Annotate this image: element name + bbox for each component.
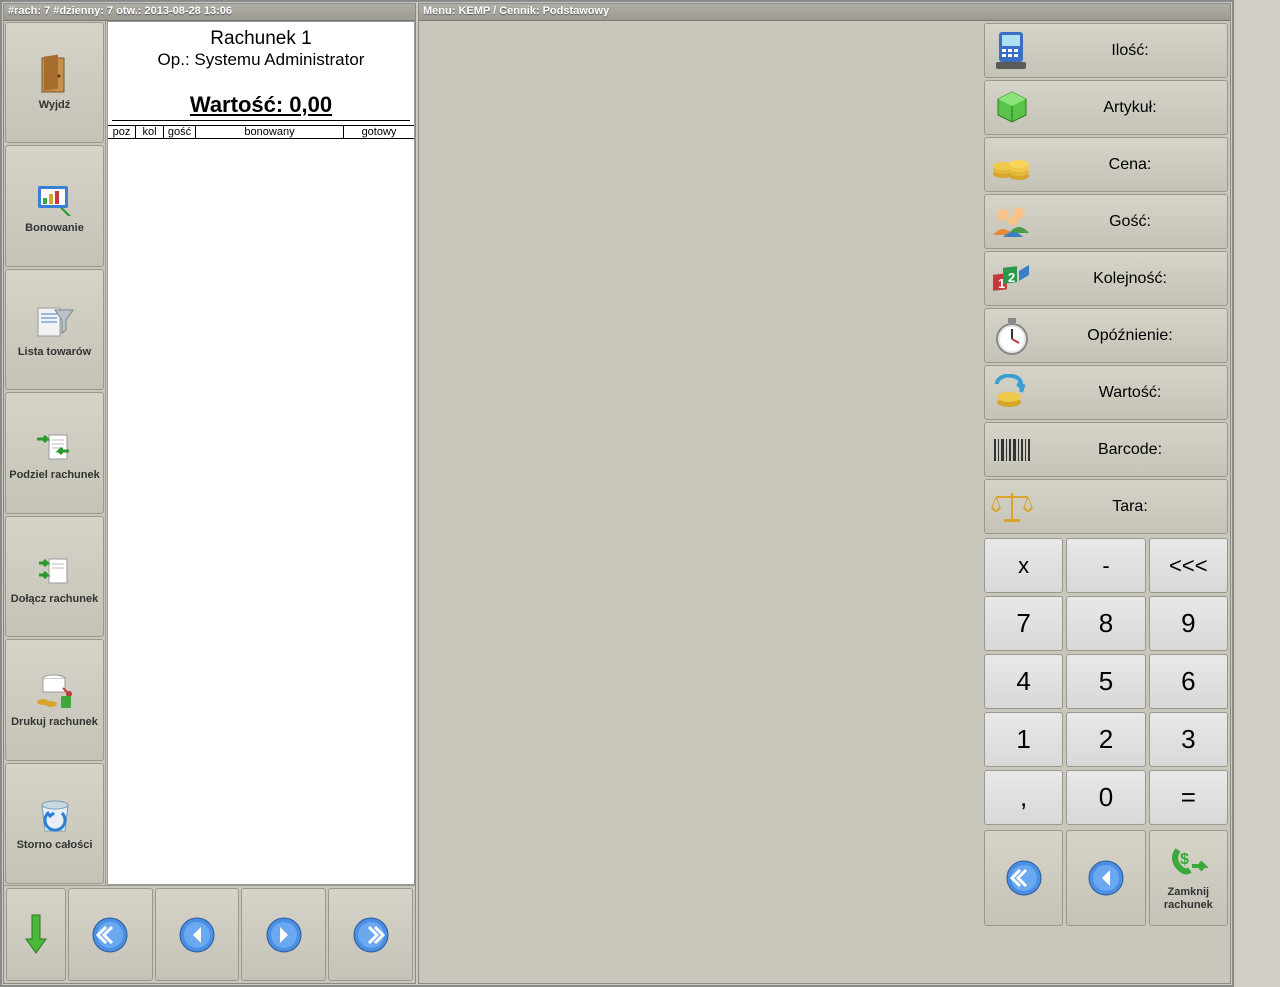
- col-bonowany: bonowany: [196, 126, 344, 138]
- merge-icon: [34, 548, 76, 590]
- podziel-rachunek-button[interactable]: Podziel rachunek: [5, 392, 104, 513]
- barcode-icon: [989, 427, 1035, 473]
- bill-operator: Op.: Systemu Administrator: [112, 50, 410, 70]
- numpad-3-button[interactable]: 3: [1149, 712, 1228, 767]
- param-tara-button[interactable]: Tara:: [984, 479, 1228, 534]
- numpad-8-button[interactable]: 8: [1066, 596, 1145, 651]
- numpad: x - <<< 7 8 9 4 5 6 1 2 3 , 0 =: [984, 538, 1228, 825]
- param-ilosc-button[interactable]: Ilość:: [984, 23, 1228, 78]
- last-button[interactable]: [328, 888, 413, 981]
- drukuj-rachunek-button[interactable]: Drukuj rachunek: [5, 639, 104, 760]
- storno-calosci-button[interactable]: Storno całości: [5, 763, 104, 884]
- door-icon: [34, 54, 76, 96]
- exit-label: Wyjdź: [39, 99, 71, 112]
- param-cena-button[interactable]: Cena:: [984, 137, 1228, 192]
- param-artykul-button[interactable]: Artykuł:: [984, 80, 1228, 135]
- close-bill-label: Zamknij rachunek: [1150, 886, 1227, 911]
- param-wartosc-button[interactable]: Wartość:: [984, 365, 1228, 420]
- funnel-list-icon: [34, 301, 76, 343]
- print-icon: [34, 671, 76, 713]
- status-right: Menu: KEMP / Cennik: Podstawowy: [419, 4, 1230, 21]
- money-arrow-icon: $: [1168, 844, 1208, 884]
- next-button[interactable]: [241, 888, 326, 981]
- numpad-6-button[interactable]: 6: [1149, 654, 1228, 709]
- numpad-0-button[interactable]: 0: [1066, 770, 1145, 825]
- numpad-backspace-button[interactable]: <<<: [1149, 538, 1228, 593]
- exit-button[interactable]: Wyjdź: [5, 22, 104, 143]
- numpad-4-button[interactable]: 4: [984, 654, 1063, 709]
- param-cena-label: Cena:: [1039, 156, 1227, 174]
- numpad-1-button[interactable]: 1: [984, 712, 1063, 767]
- menu-canvas[interactable]: [419, 21, 982, 983]
- param-gosc-button[interactable]: Gość:: [984, 194, 1228, 249]
- col-kol: kol: [136, 126, 164, 138]
- coins-refresh-icon: [989, 370, 1035, 416]
- svg-text:2: 2: [1008, 270, 1015, 285]
- chart-icon: [34, 177, 76, 219]
- param-opoznienie-button[interactable]: Opóźnienie:: [984, 308, 1228, 363]
- order-icon: 12: [989, 256, 1035, 302]
- first-button[interactable]: [68, 888, 153, 981]
- svg-text:$: $: [1180, 851, 1189, 868]
- numpad-5-button[interactable]: 5: [1066, 654, 1145, 709]
- status-left: #rach: 7 #dzienny: 7 otw.: 2013-08-28 13…: [4, 4, 415, 21]
- param-gosc-label: Gość:: [1039, 213, 1227, 231]
- bill-panel: Rachunek 1 Op.: Systemu Administrator Wa…: [107, 21, 415, 885]
- dolacz-rachunek-button[interactable]: Dołącz rachunek: [5, 516, 104, 637]
- param-tara-label: Tara:: [1039, 498, 1227, 516]
- stopwatch-icon: [989, 313, 1035, 359]
- numpad-multiply-button[interactable]: x: [984, 538, 1063, 593]
- scroll-down-button[interactable]: [6, 888, 66, 981]
- prev-button[interactable]: [155, 888, 240, 981]
- scale-icon: [989, 484, 1035, 530]
- numpad-comma-button[interactable]: ,: [984, 770, 1063, 825]
- col-poz: poz: [108, 126, 136, 138]
- split-icon: [34, 424, 76, 466]
- bill-value: Wartość: 0,00: [112, 92, 410, 121]
- param-wartosc-label: Wartość:: [1039, 384, 1227, 402]
- numpad-7-button[interactable]: 7: [984, 596, 1063, 651]
- people-icon: [989, 199, 1035, 245]
- right-first-button[interactable]: [984, 830, 1063, 926]
- box-icon: [989, 85, 1035, 131]
- coins-icon: [989, 142, 1035, 188]
- bonowanie-button[interactable]: Bonowanie: [5, 145, 104, 266]
- param-kolejnosc-button[interactable]: 12 Kolejność:: [984, 251, 1228, 306]
- bill-list[interactable]: [108, 139, 414, 884]
- numpad-equals-button[interactable]: =: [1149, 770, 1228, 825]
- param-barcode-button[interactable]: Barcode:: [984, 422, 1228, 477]
- dolacz-rachunek-label: Dołącz rachunek: [11, 593, 98, 606]
- storno-calosci-label: Storno całości: [17, 839, 93, 852]
- param-ilosc-label: Ilość:: [1039, 42, 1227, 60]
- param-artykul-label: Artykuł:: [1039, 99, 1227, 117]
- col-gosc: gość: [164, 126, 196, 138]
- param-barcode-label: Barcode:: [1039, 441, 1227, 459]
- trash-icon: [34, 794, 76, 836]
- lista-towarow-label: Lista towarów: [18, 346, 91, 359]
- numpad-2-button[interactable]: 2: [1066, 712, 1145, 767]
- terminal-icon: [989, 28, 1035, 74]
- bonowanie-label: Bonowanie: [25, 222, 84, 235]
- col-gotowy: gotowy: [344, 126, 414, 138]
- bill-columns: poz kol gość bonowany gotowy: [108, 125, 414, 139]
- numpad-minus-button[interactable]: -: [1066, 538, 1145, 593]
- close-bill-button[interactable]: $ Zamknij rachunek: [1149, 830, 1228, 926]
- lista-towarow-button[interactable]: Lista towarów: [5, 269, 104, 390]
- param-kolejnosc-label: Kolejność:: [1039, 270, 1227, 288]
- param-opoznienie-label: Opóźnienie:: [1039, 327, 1227, 345]
- bill-title: Rachunek 1: [112, 28, 410, 50]
- numpad-9-button[interactable]: 9: [1149, 596, 1228, 651]
- podziel-rachunek-label: Podziel rachunek: [9, 469, 99, 482]
- drukuj-rachunek-label: Drukuj rachunek: [11, 716, 98, 729]
- right-prev-button[interactable]: [1066, 830, 1145, 926]
